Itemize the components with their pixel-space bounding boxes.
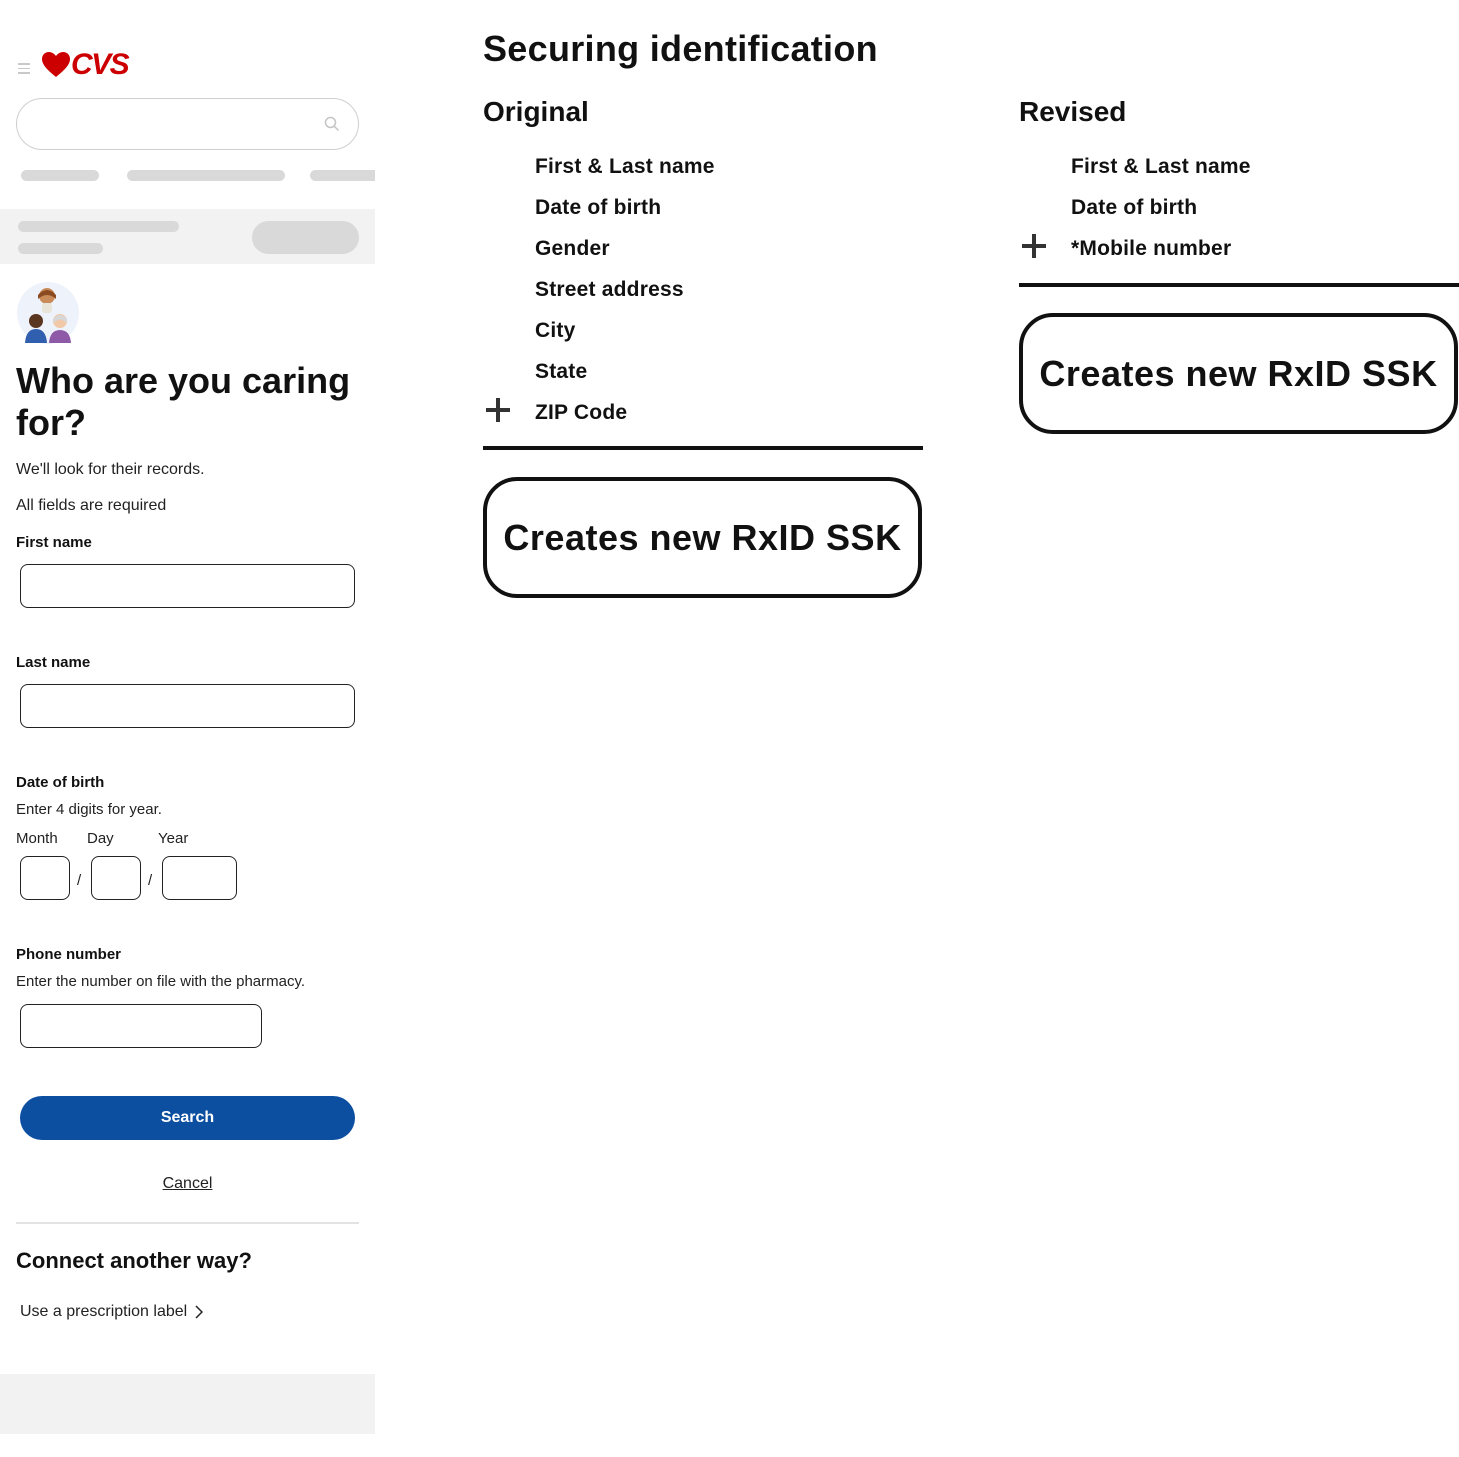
year-label: Year: [158, 830, 189, 847]
search-icon[interactable]: [324, 116, 340, 132]
original-sum-rule: [483, 446, 923, 450]
original-heading: Original: [483, 96, 589, 127]
original-result-box: Creates new RxID SSK: [483, 477, 922, 598]
revised-heading: Revised: [1019, 96, 1127, 127]
search-button[interactable]: Search: [20, 1096, 355, 1140]
plus-icon: [486, 398, 510, 422]
day-field[interactable]: [91, 856, 141, 900]
banner-line-1: [18, 221, 179, 232]
revised-result-box: Creates new RxID SSK: [1019, 313, 1458, 434]
month-label: Month: [16, 830, 58, 847]
cancel-link[interactable]: Cancel: [163, 1175, 213, 1192]
mobile-screen: CVS Who are you caring for? We'll look f…: [0, 0, 375, 1440]
footer-placeholder: [0, 1374, 375, 1434]
dob-hint: Enter 4 digits for year.: [16, 801, 162, 818]
original-item: Gender: [535, 237, 610, 260]
dob-separator: /: [77, 872, 82, 889]
revised-item: Date of birth: [1071, 196, 1198, 219]
site-search-input[interactable]: [16, 98, 359, 150]
family-avatar-icon: [17, 282, 79, 344]
last-name-field[interactable]: [20, 684, 355, 728]
dob-label: Date of birth: [16, 774, 105, 791]
nav-placeholder-2: [127, 170, 285, 181]
prescription-label-link-text: Use a prescription label: [20, 1303, 188, 1320]
phone-label: Phone number: [16, 946, 122, 963]
brand-name: CVS: [71, 48, 130, 81]
plus-icon: [1022, 234, 1046, 258]
nav-placeholder-1: [21, 170, 99, 181]
original-item: City: [535, 319, 576, 342]
last-name-label: Last name: [16, 654, 91, 671]
comparison-title: Securing identification: [483, 28, 878, 69]
alt-heading: Connect another way?: [16, 1248, 252, 1273]
intro-text: We'll look for their records.: [16, 461, 205, 478]
heart-logo-icon: [42, 52, 70, 77]
banner-placeholder: [0, 209, 375, 264]
month-field[interactable]: [20, 856, 70, 900]
revised-sum-rule: [1019, 283, 1459, 287]
section-divider: [16, 1222, 359, 1224]
original-item: Street address: [535, 278, 684, 301]
original-item: ZIP Code: [535, 401, 628, 424]
banner-button-placeholder: [252, 221, 359, 254]
page-title: Who are you caring for?: [16, 360, 351, 443]
day-label: Day: [87, 830, 114, 847]
revised-item: *Mobile number: [1071, 237, 1232, 260]
revised-item: First & Last name: [1071, 155, 1251, 178]
first-name-label: First name: [16, 534, 92, 551]
required-note: All fields are required: [16, 497, 167, 514]
banner-line-2: [18, 243, 103, 254]
original-item: First & Last name: [535, 155, 715, 178]
original-item: Date of birth: [535, 196, 662, 219]
menu-icon[interactable]: [18, 63, 30, 74]
prescription-label-link[interactable]: Use a prescription label: [20, 1303, 204, 1321]
phone-hint: Enter the number on file with the pharma…: [16, 973, 306, 990]
first-name-field[interactable]: [20, 564, 355, 608]
cancel-link-row: Cancel: [0, 1175, 375, 1193]
cvs-logo[interactable]: CVS: [42, 48, 130, 82]
chevron-right-icon: [195, 1305, 204, 1319]
phone-field[interactable]: [20, 1004, 262, 1048]
year-field[interactable]: [162, 856, 237, 900]
nav-placeholder-3: [310, 170, 375, 181]
original-item: State: [535, 360, 588, 383]
dob-separator: /: [148, 872, 153, 889]
